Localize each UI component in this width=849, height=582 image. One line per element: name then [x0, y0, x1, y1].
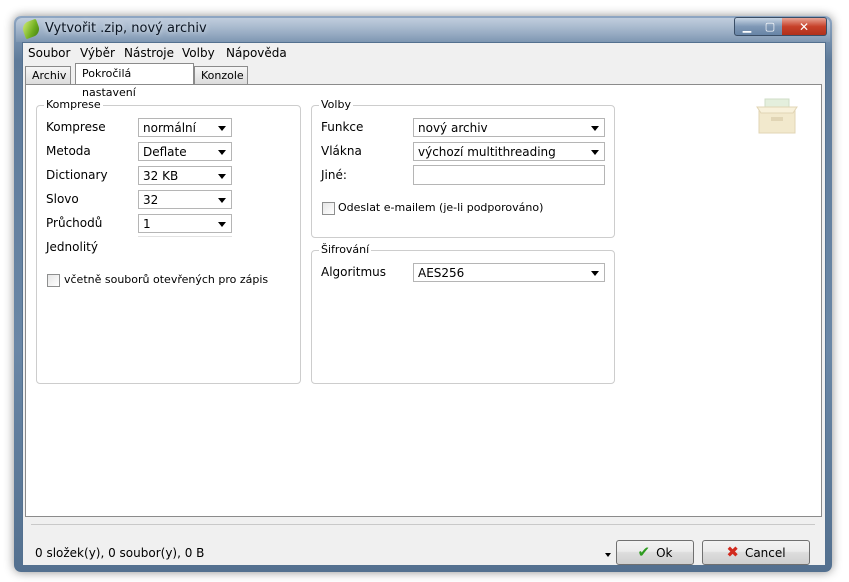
- dropdown-arrow-icon: [218, 150, 226, 155]
- dropdown-arrow-icon: [218, 198, 226, 203]
- dropdown-arrow-icon: [218, 222, 226, 227]
- minimize-icon: ▁: [742, 20, 752, 33]
- ok-button[interactable]: ✔ Ok: [616, 540, 694, 565]
- maximize-icon: ▢: [764, 20, 776, 33]
- send-email-checkbox[interactable]: [322, 202, 335, 215]
- minimize-button[interactable]: ▁: [734, 17, 760, 36]
- vlakna-label: Vlákna: [321, 144, 362, 158]
- slovo-combo[interactable]: 32: [138, 190, 232, 209]
- tab-pokrocila-nastaveni[interactable]: Pokročilá nastavení: [75, 63, 194, 99]
- jine-input[interactable]: [413, 165, 605, 185]
- menu-vyber[interactable]: Výběr: [80, 46, 115, 60]
- komprese-group: Komprese Komprese normální Metoda Deflat…: [36, 98, 301, 384]
- dropdown-arrow-icon: [591, 150, 599, 155]
- dictionary-value: 32 KB: [143, 169, 179, 183]
- archive-box-icon: [756, 98, 798, 134]
- tab-archiv[interactable]: Archiv: [25, 66, 71, 84]
- menu-soubor[interactable]: Soubor: [28, 46, 70, 60]
- bottom-separator: [31, 524, 815, 525]
- dropdown-arrow-icon: [591, 271, 599, 276]
- slovo-label: Slovo: [46, 192, 79, 206]
- metoda-combo[interactable]: Deflate: [138, 142, 232, 161]
- open-files-checkbox-label: včetně souborů otevřených pro zápis: [64, 273, 269, 286]
- algoritmus-value: AES256: [418, 266, 465, 280]
- dropdown-arrow-icon: [591, 126, 599, 131]
- close-icon: ✕: [798, 19, 810, 34]
- funkce-label: Funkce: [321, 120, 364, 134]
- dictionary-label: Dictionary: [46, 168, 108, 182]
- funkce-value: nový archiv: [418, 121, 488, 135]
- checkmark-icon: ✔: [637, 543, 651, 561]
- jednolity-field[interactable]: [138, 236, 232, 237]
- status-dropdown-arrow-icon[interactable]: [605, 553, 611, 557]
- algoritmus-label: Algoritmus: [321, 265, 387, 279]
- vlakna-combo[interactable]: výchozí multithreading: [413, 142, 605, 161]
- metoda-label: Metoda: [46, 144, 91, 158]
- funkce-combo[interactable]: nový archiv: [413, 118, 605, 137]
- menu-bar: Soubor Výběr Nástroje Volby Nápověda: [23, 43, 825, 63]
- cancel-button[interactable]: ✖ Cancel: [702, 540, 810, 565]
- sifrovani-group: Šifrování Algoritmus AES256: [311, 243, 615, 384]
- komprese-combo[interactable]: normální: [138, 118, 232, 137]
- dialog-client-area: Soubor Výběr Nástroje Volby Nápověda Arc…: [22, 42, 826, 566]
- tab-panel: Komprese Komprese normální Metoda Deflat…: [25, 84, 822, 517]
- menu-napoveda[interactable]: Nápověda: [226, 46, 287, 60]
- komprese-label: Komprese: [46, 120, 106, 134]
- pruchodu-label: Průchodů: [46, 216, 103, 230]
- sifrovani-title: Šifrování: [319, 243, 372, 256]
- slovo-value: 32: [143, 193, 159, 207]
- vlakna-value: výchozí multithreading: [418, 145, 556, 159]
- open-files-checkbox[interactable]: [47, 274, 60, 287]
- pruchodu-combo[interactable]: 1: [138, 214, 232, 233]
- volby-title: Volby: [319, 98, 353, 111]
- jednolity-label: Jednolitý: [46, 240, 98, 254]
- x-cross-icon: ✖: [726, 543, 739, 561]
- pruchodu-value: 1: [143, 217, 151, 231]
- status-text: 0 složek(y), 0 soubor(y), 0 B: [35, 546, 205, 560]
- send-email-checkbox-label: Odeslat e-mailem (je-li podporováno): [338, 201, 544, 214]
- window-frame: Vytvořit .zip, nový archiv ▁ ▢ ✕ Soubor …: [14, 16, 832, 572]
- algoritmus-combo[interactable]: AES256: [413, 263, 605, 282]
- tab-konzole[interactable]: Konzole: [194, 66, 248, 84]
- jine-label: Jiné:: [321, 168, 347, 182]
- metoda-value: Deflate: [143, 145, 187, 159]
- volby-group: Volby Funkce nový archiv Vlákna výchozí …: [311, 98, 615, 238]
- maximize-button[interactable]: ▢: [758, 17, 783, 36]
- close-button[interactable]: ✕: [782, 17, 827, 36]
- menu-nastroje[interactable]: Nástroje: [124, 46, 174, 60]
- cancel-button-label: Cancel: [744, 545, 786, 560]
- komprese-value: normální: [143, 121, 196, 135]
- dropdown-arrow-icon: [218, 126, 226, 131]
- dropdown-arrow-icon: [218, 174, 226, 179]
- window-title: Vytvořit .zip, nový archiv: [45, 21, 207, 36]
- menu-volby[interactable]: Volby: [182, 46, 215, 60]
- ok-button-label: Ok: [656, 545, 673, 560]
- dictionary-combo[interactable]: 32 KB: [138, 166, 232, 185]
